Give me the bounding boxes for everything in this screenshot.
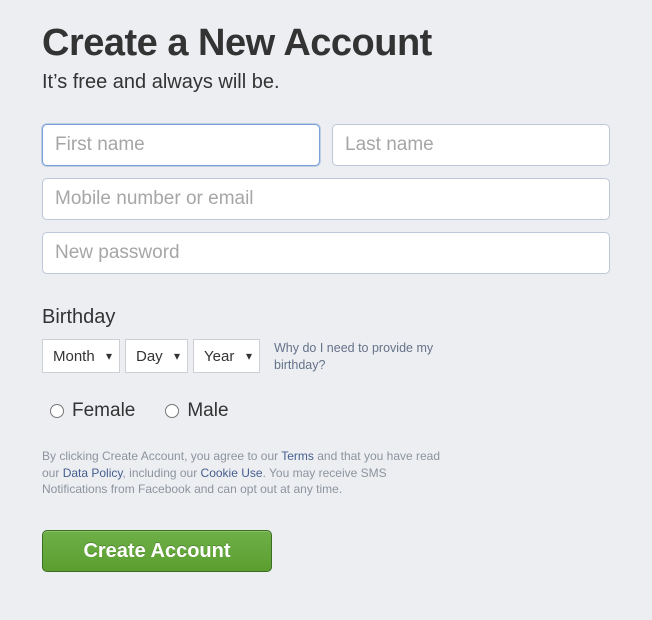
birthday-year-select[interactable]: Year (193, 339, 260, 373)
gender-female-radio[interactable] (50, 404, 64, 418)
birthday-day-select[interactable]: Day (125, 339, 188, 373)
gender-male-radio[interactable] (165, 404, 179, 418)
last-name-field[interactable] (332, 124, 610, 166)
cookie-use-link[interactable]: Cookie Use (201, 466, 263, 480)
terms-link[interactable]: Terms (281, 449, 314, 463)
gender-male-label: Male (187, 400, 228, 422)
create-account-button[interactable]: Create Account (42, 530, 272, 572)
contact-field[interactable] (42, 178, 610, 220)
data-policy-link[interactable]: Data Policy (63, 466, 123, 480)
gender-female-label: Female (72, 400, 135, 422)
gender-male-option[interactable]: Male (165, 400, 228, 422)
gender-female-option[interactable]: Female (50, 400, 135, 422)
signup-form: Birthday Month Day Year Why do I need to… (42, 124, 610, 572)
birthday-label: Birthday (42, 306, 610, 329)
page-title: Create a New Account (42, 22, 610, 65)
page-subtitle: It’s free and always will be. (42, 71, 610, 94)
birthday-month-select[interactable]: Month (42, 339, 120, 373)
password-field[interactable] (42, 232, 610, 274)
first-name-field[interactable] (42, 124, 320, 166)
birthday-help-link[interactable]: Why do I need to provide my birthday? (274, 339, 454, 374)
legal-text: By clicking Create Account, you agree to… (42, 448, 442, 498)
